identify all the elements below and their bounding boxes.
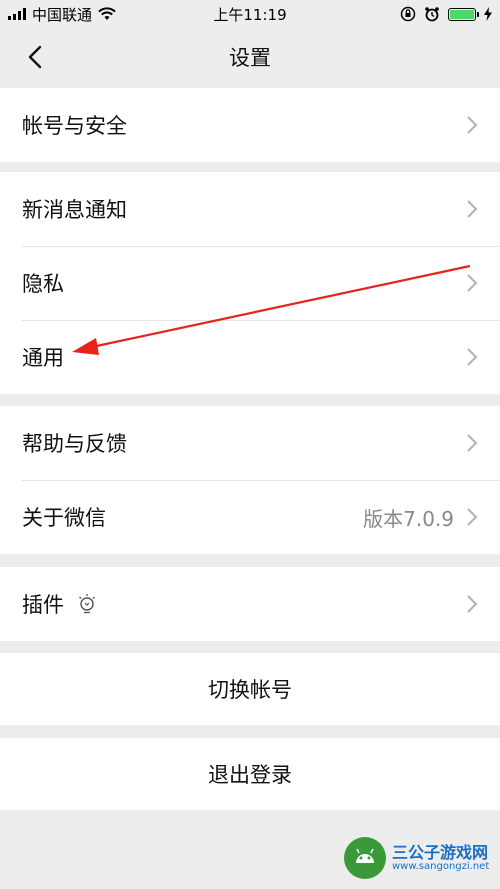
chevron-right-icon — [467, 116, 478, 134]
logout-group: 退出登录 — [0, 738, 500, 810]
chevron-right-icon — [467, 595, 478, 613]
watermark-text: 三公子游戏网 www.sangongzi.net — [392, 844, 489, 873]
chevron-right-icon — [467, 348, 478, 366]
status-time: 上午11:19 — [213, 5, 287, 24]
switch-account-group: 切换帐号 — [0, 653, 500, 725]
settings-group-help: 帮助与反馈 关于微信 版本7.0.9 — [0, 406, 500, 554]
status-bar: 中国联通 上午11:19 — [0, 0, 500, 28]
back-button[interactable] — [20, 42, 50, 72]
nav-bar: 设置 — [0, 28, 500, 86]
settings-item-label: 插件 — [22, 593, 64, 617]
watermark: 三公子游戏网 www.sangongzi.net — [344, 833, 494, 883]
settings-item-account-security[interactable]: 帐号与安全 — [0, 88, 500, 162]
settings-item-label: 帐号与安全 — [22, 114, 127, 138]
status-left: 中国联通 — [8, 4, 116, 25]
switch-account-button[interactable]: 切换帐号 — [0, 653, 500, 725]
settings-item-privacy[interactable]: 隐私 — [0, 246, 500, 320]
settings-item-general[interactable]: 通用 — [0, 320, 500, 394]
settings-item-help-feedback[interactable]: 帮助与反馈 — [0, 406, 500, 480]
status-right — [400, 6, 492, 22]
settings-item-label: 新消息通知 — [22, 198, 127, 222]
battery-level — [450, 9, 474, 19]
lightbulb-icon — [79, 594, 95, 614]
battery-icon — [448, 7, 479, 21]
settings-group-plugins: 插件 — [0, 567, 500, 641]
settings-group-account: 帐号与安全 — [0, 88, 500, 162]
page-title: 设置 — [229, 46, 271, 70]
settings-item-new-message-notification[interactable]: 新消息通知 — [0, 172, 500, 246]
settings-item-about-wechat[interactable]: 关于微信 版本7.0.9 — [0, 480, 500, 554]
chevron-right-icon — [467, 200, 478, 218]
chevron-left-icon — [28, 45, 42, 69]
settings-item-label: 通用 — [22, 346, 64, 370]
signal-icon — [8, 8, 26, 20]
watermark-logo — [344, 837, 386, 879]
wifi-icon — [98, 7, 116, 20]
watermark-name: 三公子游戏网 — [392, 842, 489, 862]
charging-icon — [484, 7, 492, 21]
chevron-right-icon — [467, 508, 478, 526]
settings-item-plugins[interactable]: 插件 — [0, 567, 500, 641]
rotation-lock-icon — [400, 6, 416, 22]
chevron-right-icon — [467, 434, 478, 452]
chevron-right-icon — [467, 274, 478, 292]
settings-item-label: 帮助与反馈 — [22, 432, 127, 456]
version-value: 版本7.0.9 — [363, 506, 454, 531]
logout-button[interactable]: 退出登录 — [0, 738, 500, 810]
carrier-label: 中国联通 — [32, 5, 93, 24]
settings-group-notifications: 新消息通知 隐私 通用 — [0, 172, 500, 394]
alarm-icon — [425, 7, 439, 22]
settings-item-label: 关于微信 — [22, 506, 106, 530]
settings-item-label: 隐私 — [22, 272, 64, 296]
watermark-url: www.sangongzi.net — [392, 861, 490, 873]
